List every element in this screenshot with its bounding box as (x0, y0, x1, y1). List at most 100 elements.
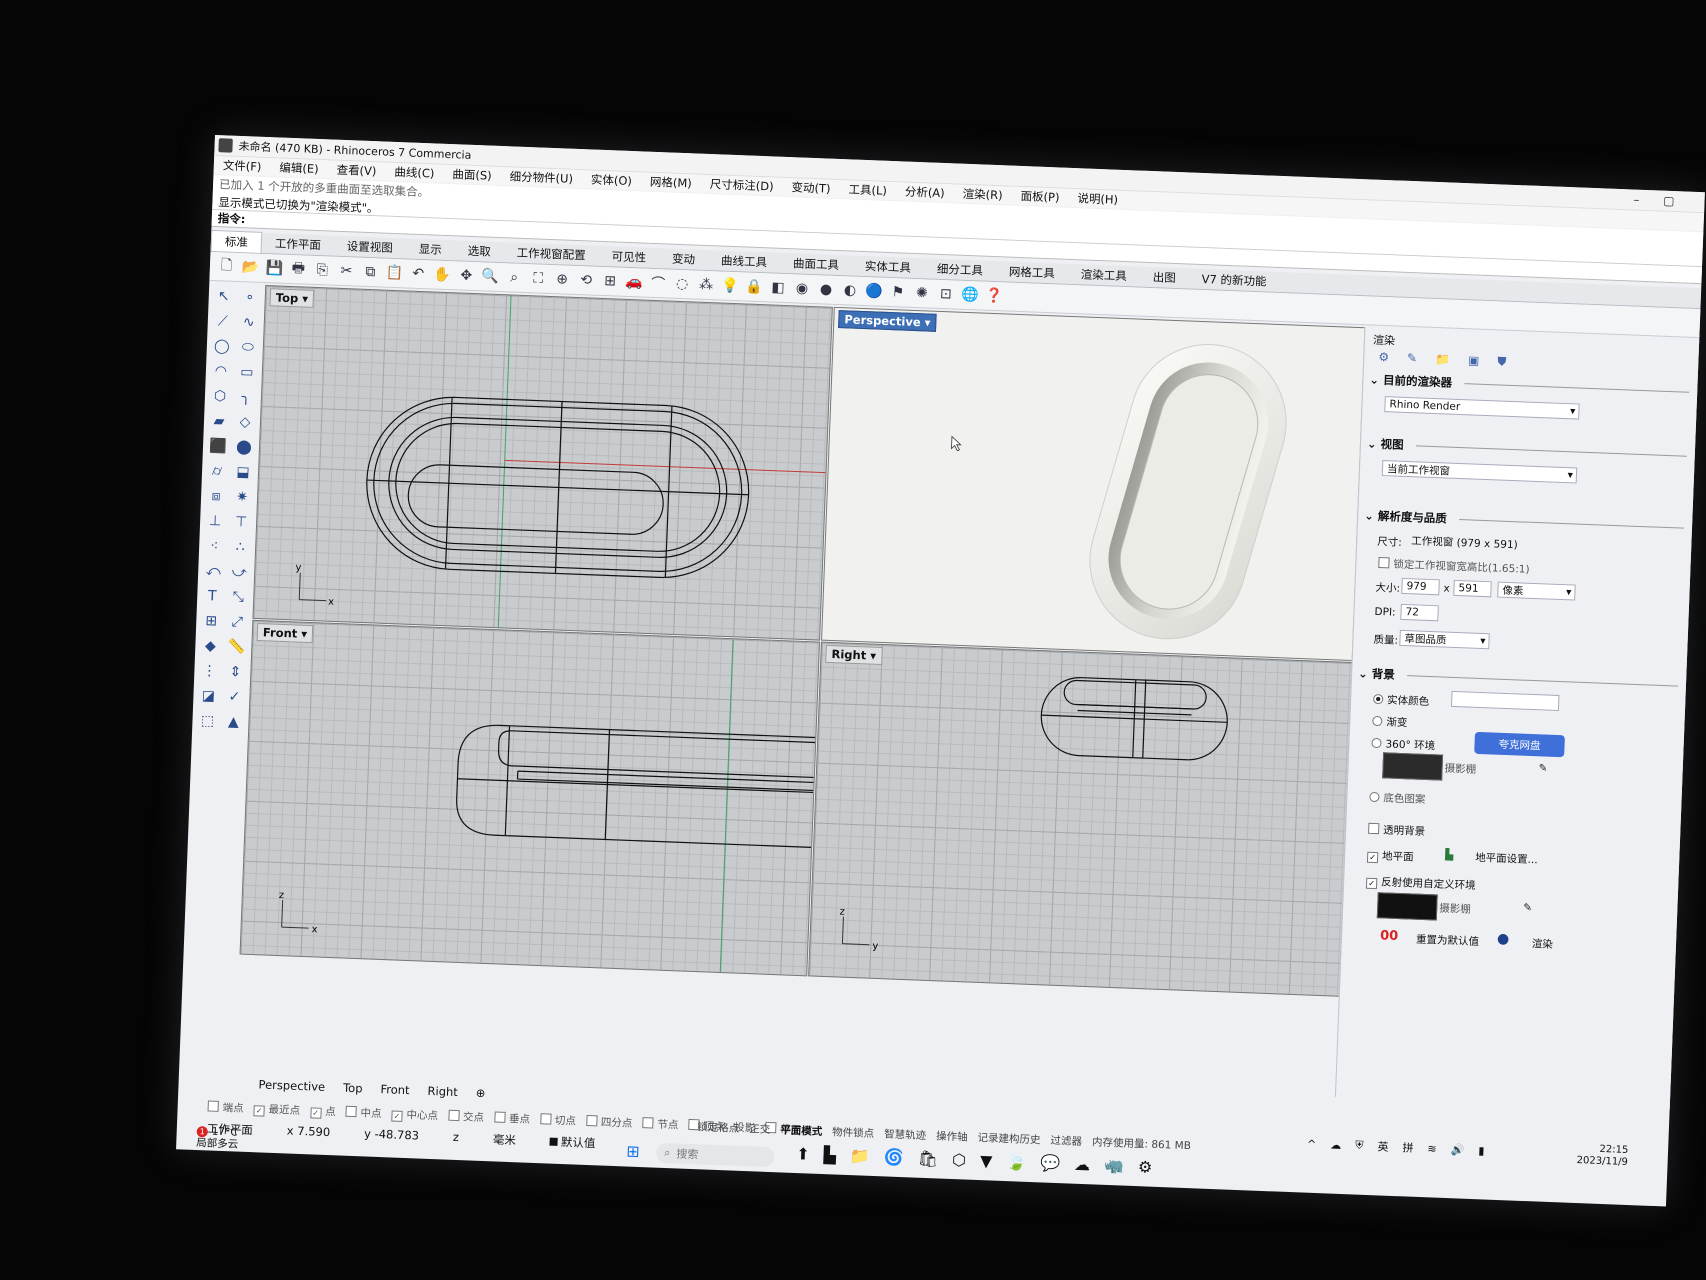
viewport-perspective[interactable]: Perspective ▾ (821, 306, 1366, 662)
offset-icon[interactable]: ⤺ (200, 558, 227, 584)
quality-select[interactable]: 草图品质 ▾ (1399, 629, 1490, 650)
viewport-top[interactable]: Top ▾ y x (252, 285, 833, 641)
menu-view[interactable]: 查看(V) (327, 161, 385, 179)
mode-filter[interactable]: 过滤器 (1050, 1133, 1082, 1149)
renderer-select[interactable]: Rhino Render ▾ (1384, 396, 1580, 420)
paste-icon[interactable]: 📋 (383, 262, 405, 284)
cut-icon[interactable]: ✂ (335, 260, 357, 282)
menu-file[interactable]: 文件(F) (214, 157, 271, 175)
menu-mesh[interactable]: 网格(M) (641, 173, 701, 191)
tab-surface-tools[interactable]: 曲面工具 (780, 253, 853, 276)
windows-start-icon[interactable]: ⊞ (626, 1142, 640, 1162)
tab-v7-new[interactable]: V7 的新功能 (1188, 268, 1280, 291)
viewport-title-front[interactable]: Front ▾ (256, 622, 314, 644)
new-file-icon[interactable]: 🗋 (216, 256, 238, 278)
menu-render[interactable]: 渲染(R) (953, 185, 1012, 203)
cylinder-icon[interactable]: ⌭ (204, 458, 231, 484)
points-icon[interactable]: ⁂ (695, 274, 717, 296)
ungroup-icon[interactable]: ∴ (227, 534, 254, 560)
osnap-end[interactable]: 端点 (207, 1099, 244, 1115)
mode-gumball[interactable]: 操作轴 (936, 1128, 968, 1144)
volume-icon[interactable]: 🔊 (1450, 1143, 1464, 1157)
mode-osnap[interactable]: 物件锁点 (832, 1124, 875, 1141)
viewport-title-top[interactable]: Top ▾ (269, 288, 315, 308)
fillet-curve-icon[interactable]: ╮ (232, 384, 259, 410)
osnap-tan[interactable]: 切点 (539, 1112, 577, 1128)
osnap-center[interactable]: ✓ 中心点 (391, 1107, 438, 1124)
viewport-title-right[interactable]: Right ▾ (825, 644, 883, 665)
width-input[interactable]: 979 (1401, 577, 1440, 596)
tab-select[interactable]: 选取 (454, 240, 504, 262)
radio-solid-color[interactable]: 实体颜色 (1373, 692, 1430, 709)
menu-surface[interactable]: 曲面(S) (443, 166, 501, 184)
app-triangle-icon[interactable]: ▼ (980, 1151, 993, 1170)
tab-display[interactable]: 显示 (405, 238, 455, 260)
menu-help[interactable]: 说明(H) (1068, 190, 1127, 208)
dimension-tool-icon[interactable]: ⤡ (225, 584, 252, 610)
arc-icon[interactable]: ◠ (207, 358, 234, 384)
taskbar-clock[interactable]: 22:15 2023/11/9 (1576, 1143, 1628, 1169)
reset-default-button[interactable]: 重置为默认值 (1416, 932, 1480, 949)
ellipse-icon[interactable]: ⬭ (234, 334, 261, 360)
material-sphere-icon[interactable]: 🔵 (863, 281, 885, 303)
render-button[interactable]: 渲染 (1532, 936, 1554, 952)
sphere-icon[interactable]: ⬤ (231, 434, 258, 460)
menu-subd[interactable]: 细分物件(U) (500, 168, 582, 187)
file-explorer-icon[interactable]: 📁 (850, 1146, 871, 1166)
reflection-thumbnail[interactable] (1376, 892, 1438, 921)
tab-set-view[interactable]: 设置视图 (333, 236, 406, 259)
mode-planar[interactable]: 平面模式 (780, 1122, 823, 1139)
osnap-knot[interactable]: 节点 (642, 1116, 679, 1132)
car-icon[interactable]: 🚗 (623, 271, 645, 293)
rectangle-icon[interactable]: ▭ (233, 359, 260, 385)
solid-box-icon[interactable]: ◆ (197, 633, 224, 659)
status-unit[interactable]: 毫米 (493, 1131, 517, 1148)
surface-icon[interactable]: ▰ (206, 408, 233, 434)
tab-mesh-tools[interactable]: 网格工具 (995, 261, 1068, 284)
viewport-right[interactable]: Right ▾ z y (808, 641, 1353, 997)
taskbar-search[interactable]: ⌕ 搜索 (655, 1142, 775, 1168)
solid-color-swatch[interactable] (1450, 690, 1560, 712)
rendered-sphere-icon[interactable]: ◐ (839, 280, 861, 302)
osnap-quad[interactable]: 四分点 (585, 1114, 633, 1131)
curve-icon[interactable]: ∿ (235, 309, 262, 335)
mode-ortho[interactable]: 正交 (749, 1121, 771, 1137)
chevron-up-icon[interactable]: ^ (1307, 1137, 1317, 1150)
render-settings-icon[interactable]: ⚙ (1378, 350, 1389, 365)
zoom-icon[interactable]: 🔍 (479, 266, 501, 288)
rotate-view-icon[interactable]: ✥ (455, 265, 477, 287)
named-view-icon[interactable]: ◌ (671, 273, 693, 295)
osnap-mid[interactable]: 中点 (345, 1105, 382, 1121)
tab-solid-tools[interactable]: 实体工具 (852, 256, 925, 279)
light-bulb-icon[interactable]: 💡 (719, 275, 741, 297)
menu-dimension[interactable]: 尺寸标注(D) (700, 176, 782, 195)
cloud-drive-badge[interactable]: 夸克网盘 (1474, 731, 1565, 758)
loft-icon[interactable]: ◇ (232, 409, 259, 435)
wechat-icon[interactable]: 💬 (1040, 1153, 1061, 1173)
section-background[interactable]: ⌄ 背景 (1358, 665, 1678, 693)
osnap-near[interactable]: ✓ 最近点 (253, 1101, 300, 1118)
security-icon[interactable]: ⛨ (1355, 1139, 1364, 1153)
undo-view-icon[interactable]: ⟲ (575, 269, 597, 291)
edge-browser-icon[interactable]: 🌀 (884, 1147, 905, 1167)
env-thumbnail[interactable] (1382, 752, 1444, 781)
app-leaf-icon[interactable]: 🍃 (1006, 1152, 1027, 1172)
mode-smart-track[interactable]: 智慧轨迹 (884, 1126, 927, 1143)
dpi-input[interactable]: 72 (1400, 603, 1439, 622)
ground-plane-checkbox[interactable]: ✓ 地平面 (1366, 848, 1414, 865)
height-input[interactable]: 591 (1453, 579, 1492, 598)
cut-plane-icon[interactable]: ◪ (195, 683, 222, 709)
menu-analyze[interactable]: 分析(A) (896, 183, 954, 201)
layer-icon[interactable]: ◧ (767, 277, 789, 299)
print-icon[interactable]: 🖶 (288, 258, 310, 280)
tab-transform[interactable]: 变动 (659, 248, 709, 270)
globe-icon[interactable]: 🌐 (959, 284, 981, 306)
rhino-taskbar-icon[interactable]: 🦏 (1104, 1156, 1125, 1176)
cube-outline-icon[interactable]: ⬚ (194, 708, 221, 734)
render-icon[interactable]: ⚑ (887, 281, 909, 303)
import-icon[interactable]: ⎘ (311, 259, 333, 281)
sun-icon[interactable]: ✺ (911, 282, 933, 304)
tab-viewport-layout[interactable]: 工作视窗配置 (503, 242, 599, 266)
material-icon[interactable]: ✎ (1407, 351, 1418, 366)
vp-tab-front[interactable]: Front (380, 1082, 410, 1097)
